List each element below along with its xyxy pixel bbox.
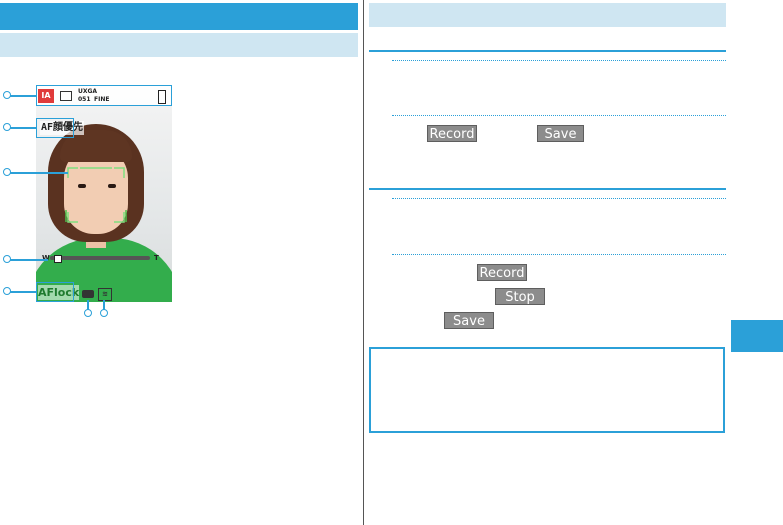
save-softkey-2[interactable]: Save bbox=[444, 312, 494, 329]
callout-marker-3 bbox=[3, 168, 11, 176]
callout-marker-7 bbox=[100, 309, 108, 317]
section-rule-2 bbox=[369, 188, 726, 190]
step-divider-4 bbox=[392, 254, 726, 255]
callout-box-af-mode bbox=[36, 118, 74, 138]
callout-marker-5 bbox=[3, 287, 11, 295]
callout-marker-6 bbox=[84, 309, 92, 317]
callout-marker-4 bbox=[3, 255, 11, 263]
callout-box-af-lock bbox=[36, 282, 74, 302]
callout-marker-1 bbox=[3, 91, 11, 99]
callout-line-4 bbox=[8, 259, 48, 261]
save-softkey[interactable]: Save bbox=[537, 125, 584, 142]
chapter-side-tab bbox=[731, 320, 783, 352]
zoom-indicator bbox=[54, 255, 62, 263]
zoom-min-label: W bbox=[42, 254, 50, 262]
callout-line-1 bbox=[8, 95, 36, 97]
stop-softkey[interactable]: Stop bbox=[495, 288, 545, 305]
step-divider-2 bbox=[392, 115, 726, 116]
callout-line-5 bbox=[8, 291, 36, 293]
stabilizer-icon: ≋ bbox=[98, 288, 112, 301]
record-softkey[interactable]: Record bbox=[427, 125, 477, 142]
record-softkey-2[interactable]: Record bbox=[477, 264, 527, 281]
callout-marker-2 bbox=[3, 123, 11, 131]
callout-box-status bbox=[36, 85, 172, 106]
callout-line-3 bbox=[8, 172, 68, 174]
column-divider bbox=[363, 0, 364, 525]
left-title-bar bbox=[0, 3, 358, 30]
step-divider-3 bbox=[392, 198, 726, 199]
camera-icon bbox=[82, 290, 94, 298]
callout-line-2 bbox=[8, 127, 36, 129]
step-divider-1 bbox=[392, 60, 726, 61]
left-subtitle-bar bbox=[0, 33, 358, 57]
zoom-bar bbox=[50, 256, 150, 260]
section-rule-1 bbox=[369, 50, 726, 52]
note-box bbox=[369, 347, 725, 433]
right-header-bar bbox=[369, 3, 726, 27]
zoom-max-label: T bbox=[154, 254, 159, 262]
